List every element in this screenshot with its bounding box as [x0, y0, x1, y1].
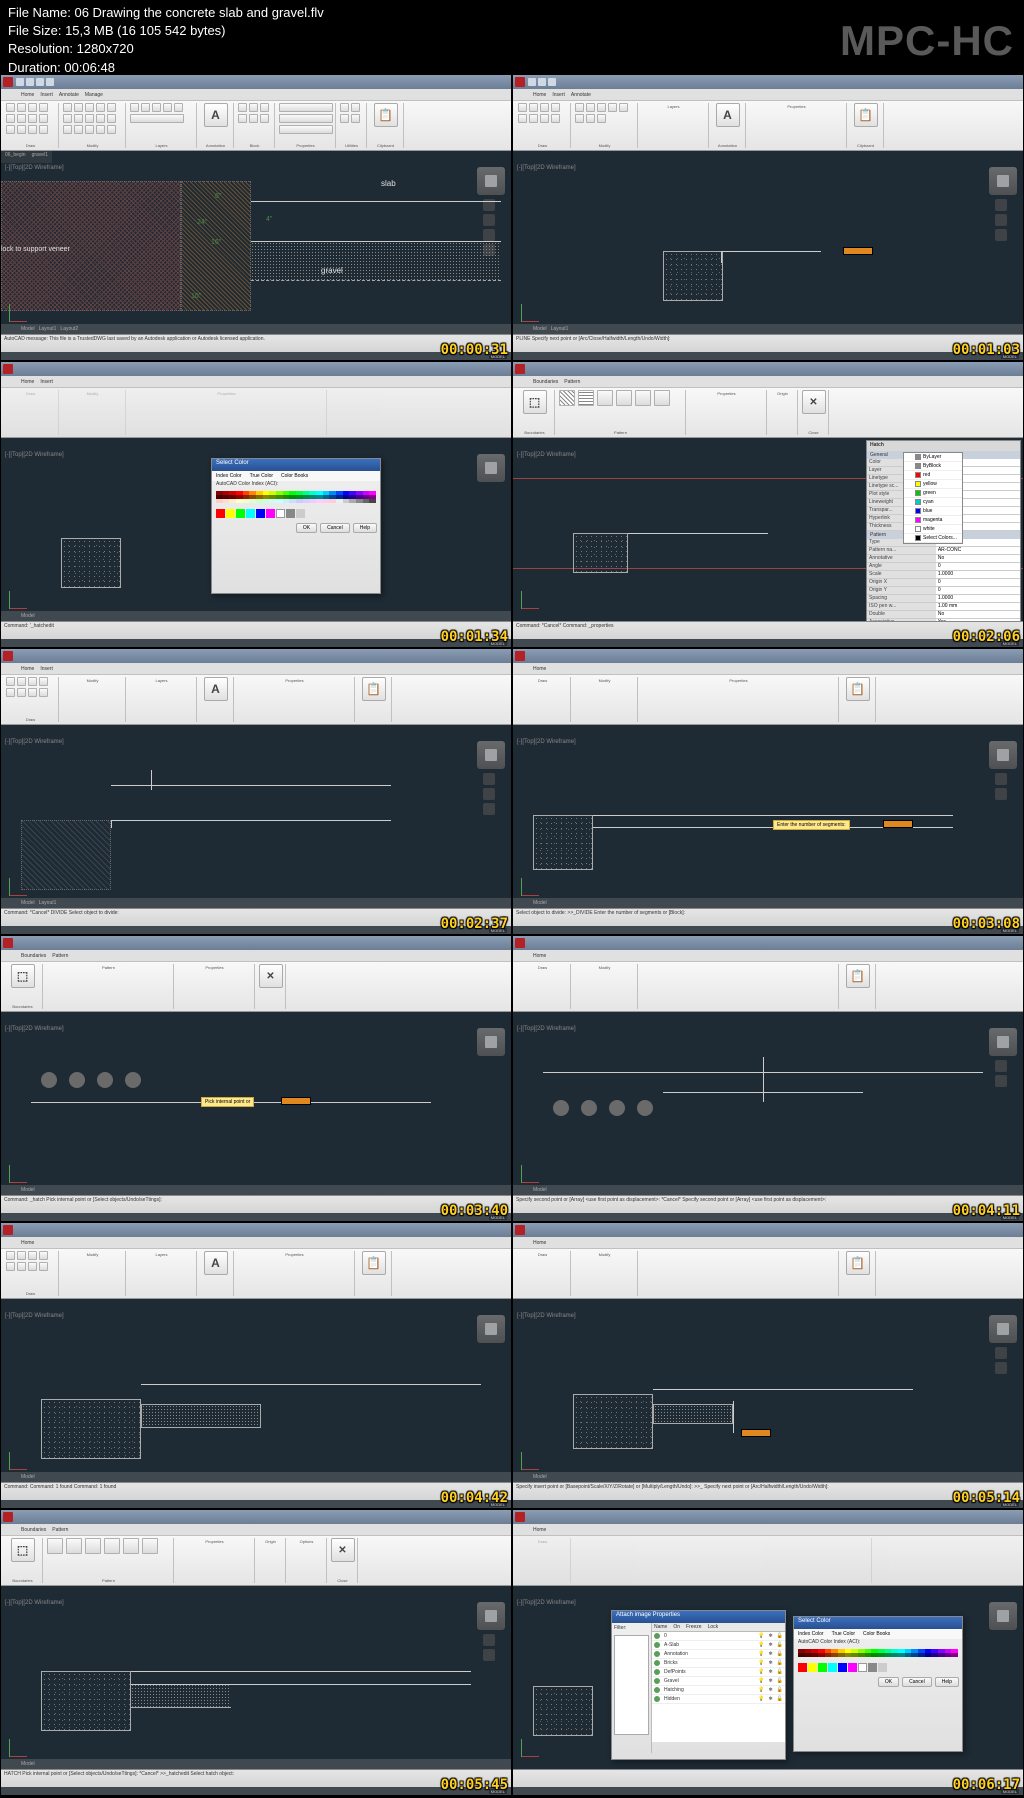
- layer-row[interactable]: Hidden💡❄🔓: [652, 1695, 785, 1704]
- label-slab: slab: [381, 179, 396, 188]
- layer-row[interactable]: Hatching💡❄🔓: [652, 1686, 785, 1695]
- selection-type: Hatch: [867, 441, 1020, 451]
- view-cube[interactable]: [477, 167, 505, 195]
- dropdown-item[interactable]: white: [904, 525, 962, 534]
- command-line[interactable]: [513, 1769, 1023, 1787]
- drawing-area[interactable]: 06_begingravel1 [-][Top][2D Wireframe] s…: [1, 151, 511, 334]
- autocad-icon: [3, 77, 13, 87]
- thumb-9: Home Draw Modify Layers A Properties 📋 […: [0, 1222, 512, 1509]
- command-line[interactable]: HATCH Pick internal point or [Select obj…: [1, 1769, 511, 1787]
- cancel-button[interactable]: Cancel: [902, 1677, 932, 1687]
- dim-24: 24": [197, 219, 207, 226]
- thumb-6: Home Draw Modify Properties 📋 [-][Top][2…: [512, 648, 1024, 935]
- dynamic-input[interactable]: [883, 820, 913, 828]
- filter-label: Filter:: [614, 1625, 649, 1631]
- layer-row[interactable]: Bricks💡❄🔓: [652, 1659, 785, 1668]
- dropdown-item[interactable]: ByLayer: [904, 453, 962, 462]
- command-line[interactable]: Select object to divide: >>_DIVIDE Enter…: [513, 908, 1023, 926]
- dim-16: 16": [211, 239, 221, 246]
- prop-row[interactable]: Origin X0: [867, 579, 1020, 587]
- command-line[interactable]: Specify insert point or [Basepoint/Scale…: [513, 1482, 1023, 1500]
- dim-4: 4": [266, 216, 272, 223]
- color-dropdown[interactable]: ByLayerByBlockredyellowgreencyanbluemage…: [903, 452, 963, 544]
- layer-row[interactable]: DefPoints💡❄🔓: [652, 1668, 785, 1677]
- help-button[interactable]: Help: [353, 523, 377, 533]
- dynamic-prompt: Pick internal point or: [201, 1097, 254, 1107]
- command-line[interactable]: PLINE Specify next point or [Arc/Close/H…: [513, 334, 1023, 352]
- prop-row[interactable]: Pattern na...AR-CONC: [867, 547, 1020, 555]
- dynamic-input[interactable]: [281, 1097, 311, 1105]
- thumb-11: BoundariesPattern ⬚Boundaries Pattern Pr…: [0, 1509, 512, 1796]
- layer-row[interactable]: 0💡❄🔓: [652, 1632, 785, 1641]
- ribbon: HomeInsertAnnotateManage Draw Modify Lay…: [1, 75, 511, 151]
- dropdown-item[interactable]: blue: [904, 507, 962, 516]
- view-label: [-][Top][2D Wireframe]: [5, 165, 64, 171]
- aci-basic-row[interactable]: [212, 507, 380, 520]
- command-line[interactable]: Command: _hatch Pick internal point or […: [1, 1195, 511, 1213]
- select-color-dialog[interactable]: Select Color Index ColorTrue ColorColor …: [793, 1616, 963, 1752]
- command-line[interactable]: Command: '_hatchedit: [1, 621, 511, 639]
- thumb-5: HomeInsert Draw Modify Layers A Properti…: [0, 648, 512, 935]
- thumb-2: HomeInsertAnnotate Draw Modify Layers AA…: [512, 74, 1024, 361]
- dynamic-input[interactable]: [843, 247, 873, 255]
- dropdown-item[interactable]: magenta: [904, 516, 962, 525]
- mpc-hc-watermark: MPC-HC: [840, 12, 1014, 71]
- dim-10: 10": [191, 293, 201, 300]
- dropdown-item[interactable]: ByBlock: [904, 462, 962, 471]
- dropdown-item[interactable]: yellow: [904, 480, 962, 489]
- dim-6: 6": [215, 193, 221, 200]
- select-color-dialog[interactable]: Select Color Index ColorTrue ColorColor …: [211, 458, 381, 594]
- prop-row[interactable]: Scale1.0000: [867, 571, 1020, 579]
- prop-row[interactable]: Angle0: [867, 563, 1020, 571]
- prop-row[interactable]: Origin Y0: [867, 587, 1020, 595]
- command-line[interactable]: AutoCAD message: This file is a TrustedD…: [1, 334, 511, 352]
- prop-row[interactable]: DoubleNo: [867, 611, 1020, 619]
- ok-button[interactable]: OK: [296, 523, 317, 533]
- dropdown-item[interactable]: cyan: [904, 498, 962, 507]
- layer-row[interactable]: A-Slab💡❄🔓: [652, 1641, 785, 1650]
- dropdown-item[interactable]: green: [904, 489, 962, 498]
- thumb-8: Home Draw Modify 📋 [-][Top][2D Wireframe…: [512, 935, 1024, 1222]
- status-bar: MODEL: [1, 352, 511, 360]
- dropdown-item[interactable]: red: [904, 471, 962, 480]
- thumb-10: Home Draw Modify 📋 [-][Top][2D Wireframe…: [512, 1222, 1024, 1509]
- command-line[interactable]: Command: *Cancel* Command: _properties: [513, 621, 1023, 639]
- thumbnail-grid: HomeInsertAnnotateManage Draw Modify Lay…: [0, 74, 1024, 1796]
- dynamic-prompt: Enter the number of segments:: [773, 820, 850, 830]
- label-block: lock to support veneer: [1, 246, 70, 253]
- thumb-3: HomeInsert Draw Modify Properties [-][To…: [0, 361, 512, 648]
- cancel-button[interactable]: Cancel: [320, 523, 350, 533]
- timestamp: 00:00:31: [441, 342, 508, 358]
- prop-row[interactable]: AnnotativeNo: [867, 555, 1020, 563]
- command-line[interactable]: Command: Command: 1 found Command: 1 fou…: [1, 1482, 511, 1500]
- prop-row[interactable]: ISO pen w...1.00 mm: [867, 603, 1020, 611]
- file-info-header: File Name: 06 Drawing the concrete slab …: [0, 0, 1024, 74]
- command-line[interactable]: Command: *Cancel* DIVIDE Select object t…: [1, 908, 511, 926]
- color-palette[interactable]: [212, 487, 380, 507]
- layer-row[interactable]: Gravel💡❄🔓: [652, 1677, 785, 1686]
- thumb-4: BoundariesPattern ⬚Boundaries Pattern Pr…: [512, 361, 1024, 648]
- ucs-icon: [9, 298, 33, 322]
- label-gravel: gravel: [321, 266, 343, 275]
- layer-row[interactable]: Annotation💡❄🔓: [652, 1650, 785, 1659]
- layer-properties-dialog[interactable]: Attach image Properties Filter: NameOnFr…: [611, 1610, 786, 1760]
- prop-row[interactable]: Spacing1.0000: [867, 595, 1020, 603]
- dropdown-item[interactable]: Select Colors...: [904, 534, 962, 543]
- title-bar: [1, 75, 511, 89]
- thumb-12: Home Draw [-][Top][2D Wireframe] Attach …: [512, 1509, 1024, 1796]
- divide-nodes: [41, 1072, 141, 1088]
- dialog-title: Select Color: [212, 459, 380, 471]
- paste-icon[interactable]: 📋: [374, 103, 398, 127]
- ribbon-tabs[interactable]: HomeInsertAnnotateManage: [1, 89, 511, 101]
- thumb-1: HomeInsertAnnotateManage Draw Modify Lay…: [0, 74, 512, 361]
- thumb-7: BoundariesPattern ⬚Boundaries Pattern Pr…: [0, 935, 512, 1222]
- command-line[interactable]: Specify second point or [Array] <use fir…: [513, 1195, 1023, 1213]
- ok-button[interactable]: OK: [878, 1677, 899, 1687]
- dynamic-input[interactable]: [741, 1429, 771, 1437]
- help-button[interactable]: Help: [935, 1677, 959, 1687]
